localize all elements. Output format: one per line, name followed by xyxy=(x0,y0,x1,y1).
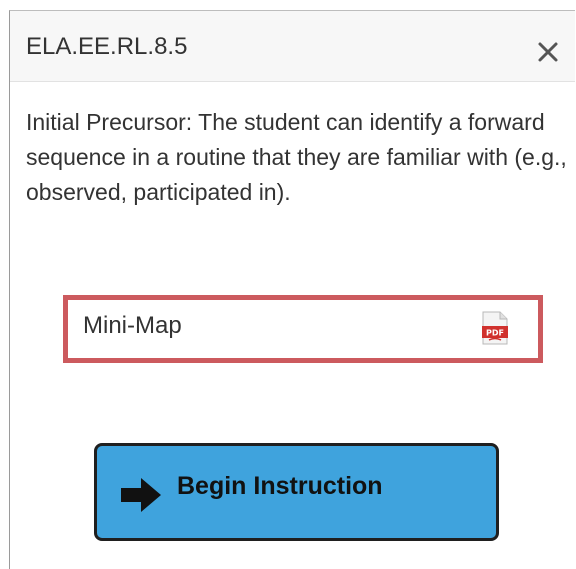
standard-description: Initial Precursor: The student can ident… xyxy=(26,109,567,205)
popover-header: ELA.EE.RL.8.5 xyxy=(10,11,575,82)
pdf-icon: PDF xyxy=(481,311,509,345)
svg-text:PDF: PDF xyxy=(486,329,504,338)
minimap-link[interactable]: Mini-Map PDF xyxy=(68,300,538,358)
arrow-right-icon xyxy=(119,476,163,514)
standard-popover: ELA.EE.RL.8.5 Initial Precursor: The stu… xyxy=(9,10,575,569)
begin-instruction-label: Begin Instruction xyxy=(177,472,383,500)
begin-instruction-button[interactable]: Begin Instruction xyxy=(94,443,499,541)
close-button[interactable] xyxy=(534,38,562,66)
minimap-label: Mini-Map xyxy=(83,312,182,339)
close-icon xyxy=(534,38,562,66)
popover-title: ELA.EE.RL.8.5 xyxy=(26,33,188,60)
